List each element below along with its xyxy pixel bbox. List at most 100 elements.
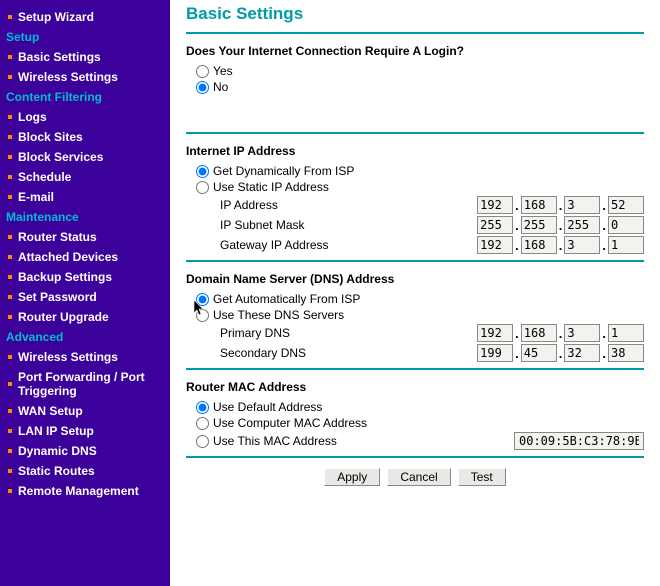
nav-item-label: Backup Settings [18, 270, 112, 284]
login-no-radio[interactable] [196, 81, 209, 94]
gateway-label: Gateway IP Address [220, 238, 477, 252]
nav-item-label: Set Password [18, 290, 97, 304]
nav-item[interactable]: Wireless Settings [6, 70, 164, 84]
dot-icon: . [515, 238, 519, 253]
bullet-icon [8, 382, 12, 386]
nav-item[interactable]: Basic Settings [6, 50, 164, 64]
nav-item[interactable]: Schedule [6, 170, 164, 184]
ip-address-label: IP Address [220, 198, 477, 212]
subnet-mask-row: IP Subnet Mask ... [186, 216, 644, 234]
ip-octet-input[interactable] [477, 324, 513, 342]
nav-item[interactable]: Setup Wizard [6, 10, 164, 24]
nav-item[interactable]: Static Routes [6, 464, 164, 478]
ip-octet-input[interactable] [608, 216, 644, 234]
ip-octet-input[interactable] [477, 196, 513, 214]
secondary-dns-row: Secondary DNS ... [186, 344, 644, 362]
ip-octet-input[interactable] [608, 236, 644, 254]
bullet-icon [8, 489, 12, 493]
ip-address-octets: ... [477, 196, 644, 214]
dns-auto-radio[interactable] [196, 293, 209, 306]
nav-item-label: WAN Setup [18, 404, 83, 418]
nav-item[interactable]: Wireless Settings [6, 350, 164, 364]
ip-octet-input[interactable] [521, 216, 557, 234]
sidebar: Setup WizardSetupBasic SettingsWireless … [0, 0, 170, 586]
login-yes-radio[interactable] [196, 65, 209, 78]
mac-default-radio[interactable] [196, 401, 209, 414]
bullet-icon [8, 115, 12, 119]
button-row: Apply Cancel Test [186, 468, 644, 486]
ip-octet-input[interactable] [608, 196, 644, 214]
dot-icon: . [559, 218, 563, 233]
nav-item-label: Router Status [18, 230, 97, 244]
nav-item[interactable]: E-mail [6, 190, 164, 204]
ip-dynamic-radio[interactable] [196, 165, 209, 178]
separator [186, 456, 644, 458]
nav-item[interactable]: Backup Settings [6, 270, 164, 284]
nav-item[interactable]: Block Sites [6, 130, 164, 144]
bullet-icon [8, 55, 12, 59]
nav-item[interactable]: Logs [6, 110, 164, 124]
ip-octet-input[interactable] [521, 236, 557, 254]
ip-heading: Internet IP Address [186, 144, 644, 158]
dns-manual-radio[interactable] [196, 309, 209, 322]
ip-address-row: IP Address ... [186, 196, 644, 214]
secondary-dns-label: Secondary DNS [220, 346, 477, 360]
mac-default-label: Use Default Address [213, 400, 322, 414]
ip-octet-input[interactable] [521, 196, 557, 214]
nav-item[interactable]: WAN Setup [6, 404, 164, 418]
nav-item-label: Port Forwarding / Port Triggering [18, 370, 164, 398]
ip-octet-input[interactable] [477, 344, 513, 362]
ip-octet-input[interactable] [564, 196, 600, 214]
nav-item[interactable]: Block Services [6, 150, 164, 164]
ip-octet-input[interactable] [477, 236, 513, 254]
nav-item-label: E-mail [18, 190, 54, 204]
nav-item-label: Setup Wizard [18, 10, 94, 24]
nav-item[interactable]: Dynamic DNS [6, 444, 164, 458]
ip-octet-input[interactable] [564, 324, 600, 342]
nav-item-label: Wireless Settings [18, 350, 118, 364]
nav-item[interactable]: Router Upgrade [6, 310, 164, 324]
separator [186, 260, 644, 262]
bullet-icon [8, 469, 12, 473]
ip-octet-input[interactable] [608, 324, 644, 342]
bullet-icon [8, 175, 12, 179]
bullet-icon [8, 195, 12, 199]
gateway-octets: ... [477, 236, 644, 254]
dot-icon: . [515, 346, 519, 361]
cancel-button[interactable]: Cancel [387, 468, 450, 486]
test-button[interactable]: Test [458, 468, 506, 486]
nav-item[interactable]: Port Forwarding / Port Triggering [6, 370, 164, 398]
apply-button[interactable]: Apply [324, 468, 380, 486]
nav-item-label: Router Upgrade [18, 310, 109, 324]
nav-item[interactable]: Attached Devices [6, 250, 164, 264]
nav-item[interactable]: LAN IP Setup [6, 424, 164, 438]
ip-octet-input[interactable] [608, 344, 644, 362]
ip-octet-input[interactable] [564, 216, 600, 234]
ip-static-radio[interactable] [196, 181, 209, 194]
dot-icon: . [515, 326, 519, 341]
nav-item-label: Logs [18, 110, 47, 124]
mac-custom-radio[interactable] [196, 435, 209, 448]
ip-octet-input[interactable] [477, 216, 513, 234]
ip-octet-input[interactable] [521, 344, 557, 362]
bullet-icon [8, 295, 12, 299]
ip-octet-input[interactable] [521, 324, 557, 342]
dot-icon: . [602, 198, 606, 213]
dot-icon: . [559, 198, 563, 213]
dot-icon: . [559, 346, 563, 361]
mac-computer-radio[interactable] [196, 417, 209, 430]
subnet-mask-octets: ... [477, 216, 644, 234]
nav-item[interactable]: Router Status [6, 230, 164, 244]
nav-item-label: Static Routes [18, 464, 95, 478]
ip-octet-input[interactable] [564, 236, 600, 254]
mac-computer-label: Use Computer MAC Address [213, 416, 367, 430]
bullet-icon [8, 15, 12, 19]
content-panel: Basic Settings Does Your Internet Connec… [170, 0, 660, 586]
nav-item-label: Wireless Settings [18, 70, 118, 84]
nav-item[interactable]: Set Password [6, 290, 164, 304]
subnet-mask-label: IP Subnet Mask [220, 218, 477, 232]
mac-address-input[interactable] [514, 432, 644, 450]
bullet-icon [8, 235, 12, 239]
nav-item[interactable]: Remote Management [6, 484, 164, 498]
ip-octet-input[interactable] [564, 344, 600, 362]
